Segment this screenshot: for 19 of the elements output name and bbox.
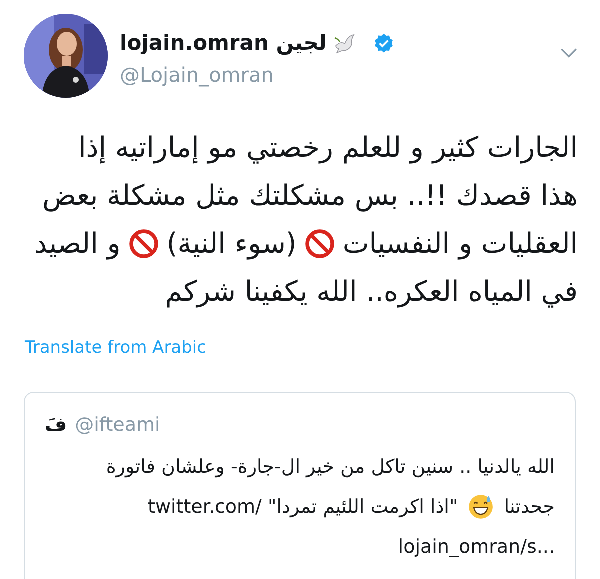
tweet-text: في المياه العكره.. الله يكفينا شركم (165, 274, 578, 310)
tweet-text: (سوء النية) (166, 226, 297, 262)
tweet-text: twitter.com/ (148, 494, 262, 520)
tweet-text: الله يالدنيا .. سنين تاكل من خير ال-جارة- وعلشان فاتورة (106, 454, 555, 480)
author-handle: @Lojain_omran (120, 62, 275, 89)
tweet-text: و الصيد (34, 226, 121, 262)
prohibited-icon (304, 229, 335, 259)
author-name: lojain.omran لجين (120, 30, 327, 58)
tweet-text: العقليات و النفسيات (342, 226, 578, 262)
dove-icon (332, 32, 357, 56)
tweet-text: lojain_omran/s... (398, 534, 555, 560)
tweet-text: جحدتنا (504, 494, 555, 520)
tweet-text: هذا قصدك !!.. بس مشكلتك مثل مشكلة بعض (42, 178, 578, 214)
quoted-author-handle: @ifteami (75, 412, 160, 438)
quoted-author-name: فَ (45, 412, 68, 438)
prohibited-icon (128, 229, 159, 259)
tweet-text: "اذا اكرمت اللئيم تمردا" (268, 494, 458, 520)
grinning-sweat-face-icon (468, 494, 494, 520)
tweet-text: الجارات كثير و للعلم رخصتي مو إماراتيه إذا (78, 130, 578, 166)
